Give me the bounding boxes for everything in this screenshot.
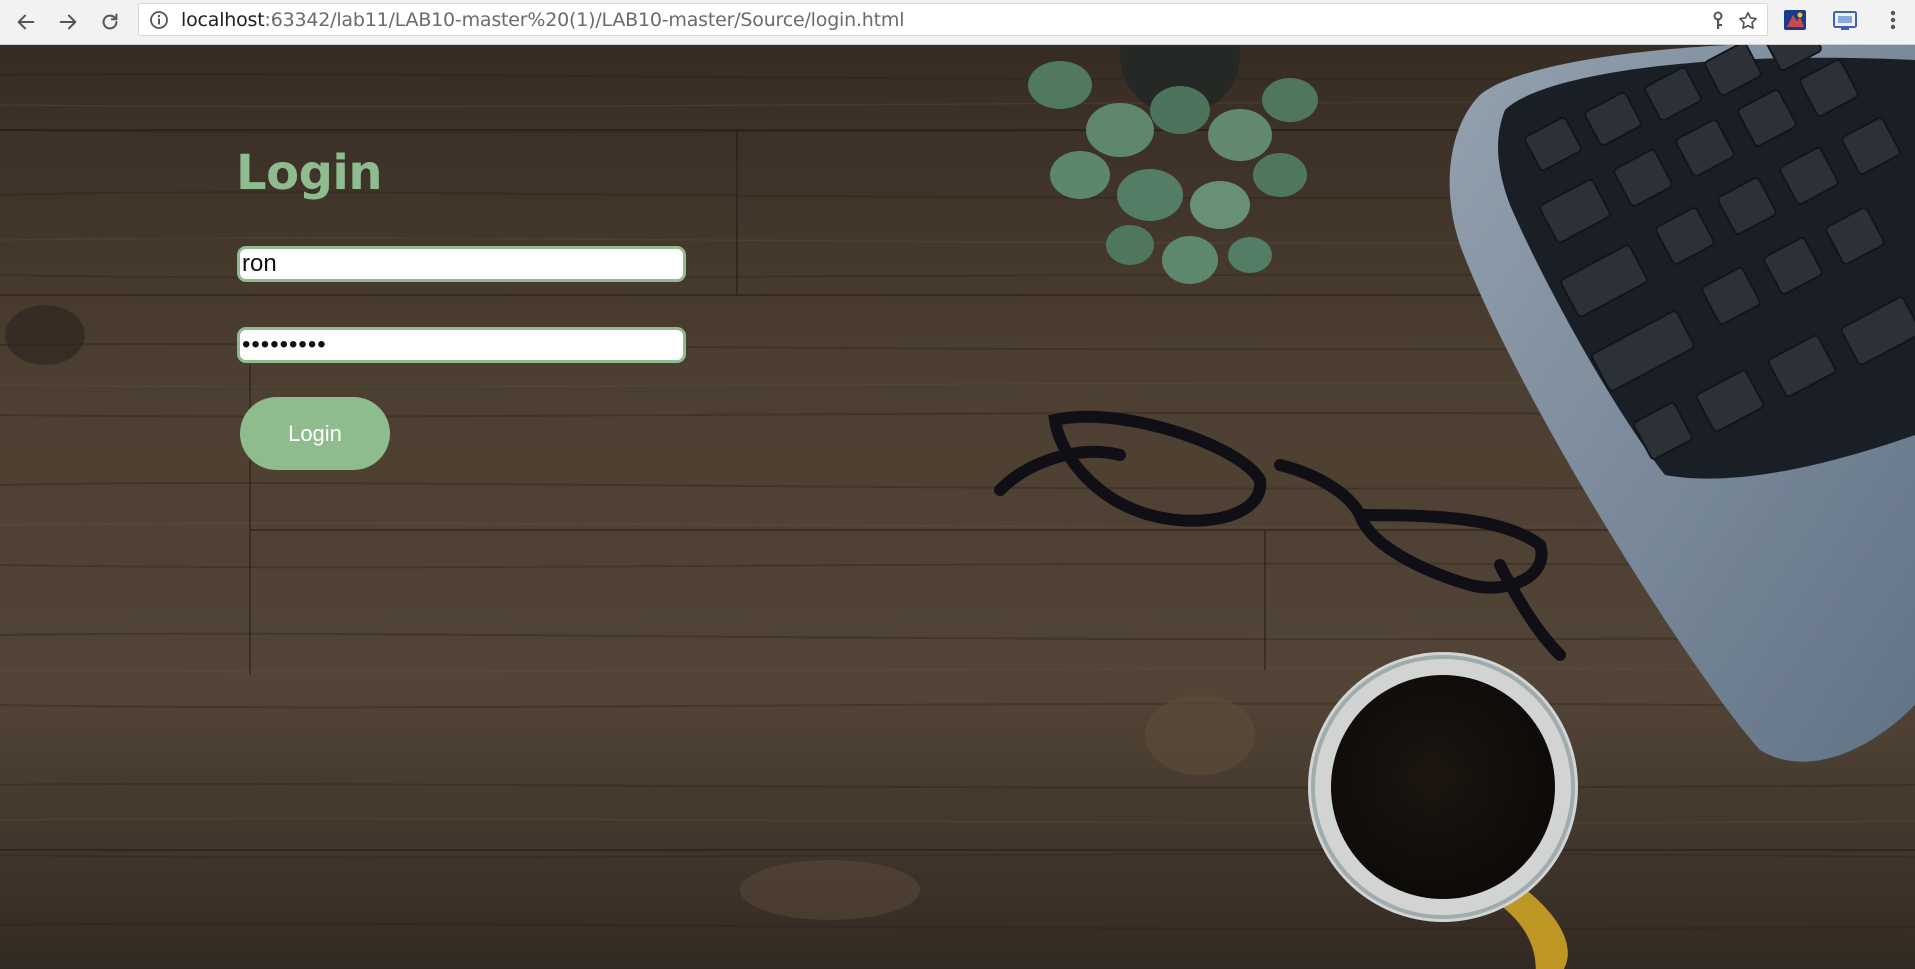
password-input[interactable] (237, 327, 686, 363)
url-host: localhost (181, 9, 265, 31)
back-arrow-icon[interactable] (10, 6, 42, 38)
address-bar[interactable]: localhost:63342/lab11/LAB10-master%20(1)… (138, 3, 1768, 36)
star-icon[interactable] (1737, 10, 1759, 32)
extension-icon[interactable] (1782, 7, 1808, 33)
url-path: :63342/lab11/LAB10-master%20(1)/LAB10-ma… (264, 9, 905, 31)
login-button[interactable]: Login (240, 397, 390, 470)
forward-arrow-icon[interactable] (52, 6, 84, 38)
browser-toolbar: localhost:63342/lab11/LAB10-master%20(1)… (0, 0, 1915, 45)
info-icon[interactable] (149, 10, 169, 30)
url-text: localhost:63342/lab11/LAB10-master%20(1)… (181, 9, 904, 31)
key-icon[interactable] (1707, 10, 1729, 32)
login-page: Login Login (0, 45, 1915, 969)
username-input[interactable] (237, 246, 686, 282)
cast-icon[interactable] (1832, 7, 1858, 33)
menu-icon[interactable] (1880, 7, 1906, 33)
page-title: Login (236, 145, 383, 201)
reload-icon[interactable] (94, 6, 126, 38)
